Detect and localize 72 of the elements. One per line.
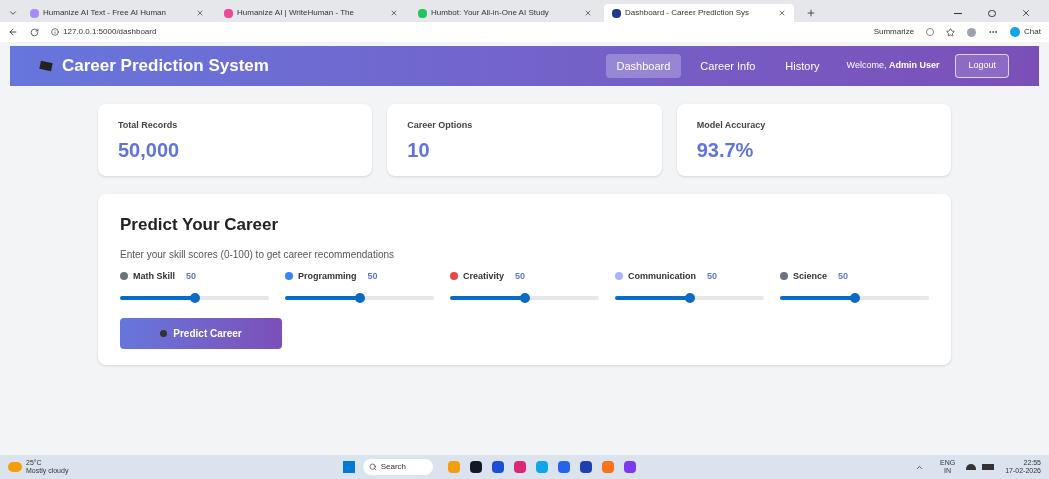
app-icon[interactable] <box>579 461 592 473</box>
taskbar-search-field[interactable]: Search <box>362 459 433 475</box>
search-icon <box>368 463 377 471</box>
tab-title: Humbot: Your All-in-One AI Study <box>431 7 550 19</box>
skill-icon <box>780 272 788 281</box>
favicon-icon <box>30 8 39 18</box>
skill-slider[interactable] <box>450 293 599 303</box>
slider-thumb[interactable] <box>519 293 530 303</box>
skill-label: Creativity <box>463 269 505 283</box>
reload-icon[interactable] <box>30 27 39 37</box>
favicon-icon <box>612 8 621 18</box>
close-icon[interactable] <box>196 9 204 17</box>
slider-thumb[interactable] <box>354 293 365 303</box>
back-icon[interactable] <box>8 27 18 37</box>
skill-label: Math Skill <box>133 269 175 283</box>
nav-link[interactable]: History <box>774 53 831 79</box>
browser-tab[interactable]: Dashboard - Career Prediction Sys <box>604 4 794 22</box>
skill-value: 50 <box>838 269 849 283</box>
skill-slider[interactable] <box>120 293 269 303</box>
close-icon[interactable] <box>1021 8 1031 18</box>
tab-title: Dashboard - Career Prediction Sys <box>625 7 751 19</box>
favicon-icon <box>224 8 233 18</box>
skill-icon <box>285 272 293 281</box>
skill-value: 50 <box>367 269 378 283</box>
slider-thumb[interactable] <box>849 293 860 303</box>
logout-button[interactable]: Logout <box>955 54 1009 78</box>
stat-value: 50,000 <box>118 137 181 163</box>
chevron-down-icon[interactable] <box>8 8 18 18</box>
avatar-icon[interactable] <box>967 27 977 37</box>
new-tab-icon[interactable] <box>806 8 816 18</box>
skill-slider[interactable] <box>285 293 434 303</box>
skill-label: Science <box>793 269 828 283</box>
slider-thumb[interactable] <box>684 293 695 303</box>
star-icon[interactable] <box>946 27 956 37</box>
favicon-icon <box>418 8 427 18</box>
tab-title: Humanize AI | WriteHuman - The <box>237 7 355 19</box>
summarize-button[interactable]: Summarize <box>873 26 915 38</box>
skill-label: Programming <box>298 269 357 283</box>
chat-button[interactable]: Chat <box>1010 26 1041 38</box>
skill-icon <box>615 272 623 281</box>
stat-value: 93.7% <box>696 137 755 163</box>
url-field[interactable]: 127.0.0.1:5000/dashboard <box>63 26 157 38</box>
browser-tab[interactable]: Humbot: Your All-in-One AI Study <box>410 4 600 22</box>
stat-value: 10 <box>407 137 431 163</box>
slider-thumb[interactable] <box>189 293 200 303</box>
app-icon[interactable] <box>469 461 482 473</box>
close-icon[interactable] <box>584 9 592 17</box>
battery-icon[interactable] <box>982 464 995 470</box>
close-icon[interactable] <box>390 9 398 17</box>
skill-icon <box>120 272 128 281</box>
skill-slider[interactable] <box>615 293 764 303</box>
nav-link[interactable]: Career Info <box>689 53 767 79</box>
start-icon[interactable] <box>342 461 355 473</box>
predict-button[interactable]: Predict Career <box>120 318 282 349</box>
tab-title: Humanize AI Text - Free AI Human <box>43 7 167 19</box>
welcome-text: Welcome, Admin User <box>846 59 940 73</box>
app-title: Career Prediction System <box>62 55 269 78</box>
skill-label: Communication <box>628 269 696 283</box>
stat-label: Total Records <box>118 119 179 132</box>
browser-tab[interactable]: Humanize AI | WriteHuman - The <box>216 4 406 22</box>
skill-slider[interactable] <box>780 293 929 303</box>
browser-tab[interactable]: Humanize AI Text - Free AI Human <box>22 4 212 22</box>
skill-value: 50 <box>515 269 526 283</box>
stat-label: Model Accuracy <box>696 119 767 132</box>
section-subtitle: Enter your skill scores (0-100) to get career recommendations <box>120 247 395 262</box>
skill-value: 50 <box>707 269 718 283</box>
skill-icon <box>450 272 458 281</box>
close-icon[interactable] <box>778 9 786 17</box>
skill-value: 50 <box>186 269 197 283</box>
stat-label: Career Options <box>407 119 474 132</box>
section-title: Predict Your Career <box>120 214 280 236</box>
info-icon[interactable] <box>51 28 59 36</box>
